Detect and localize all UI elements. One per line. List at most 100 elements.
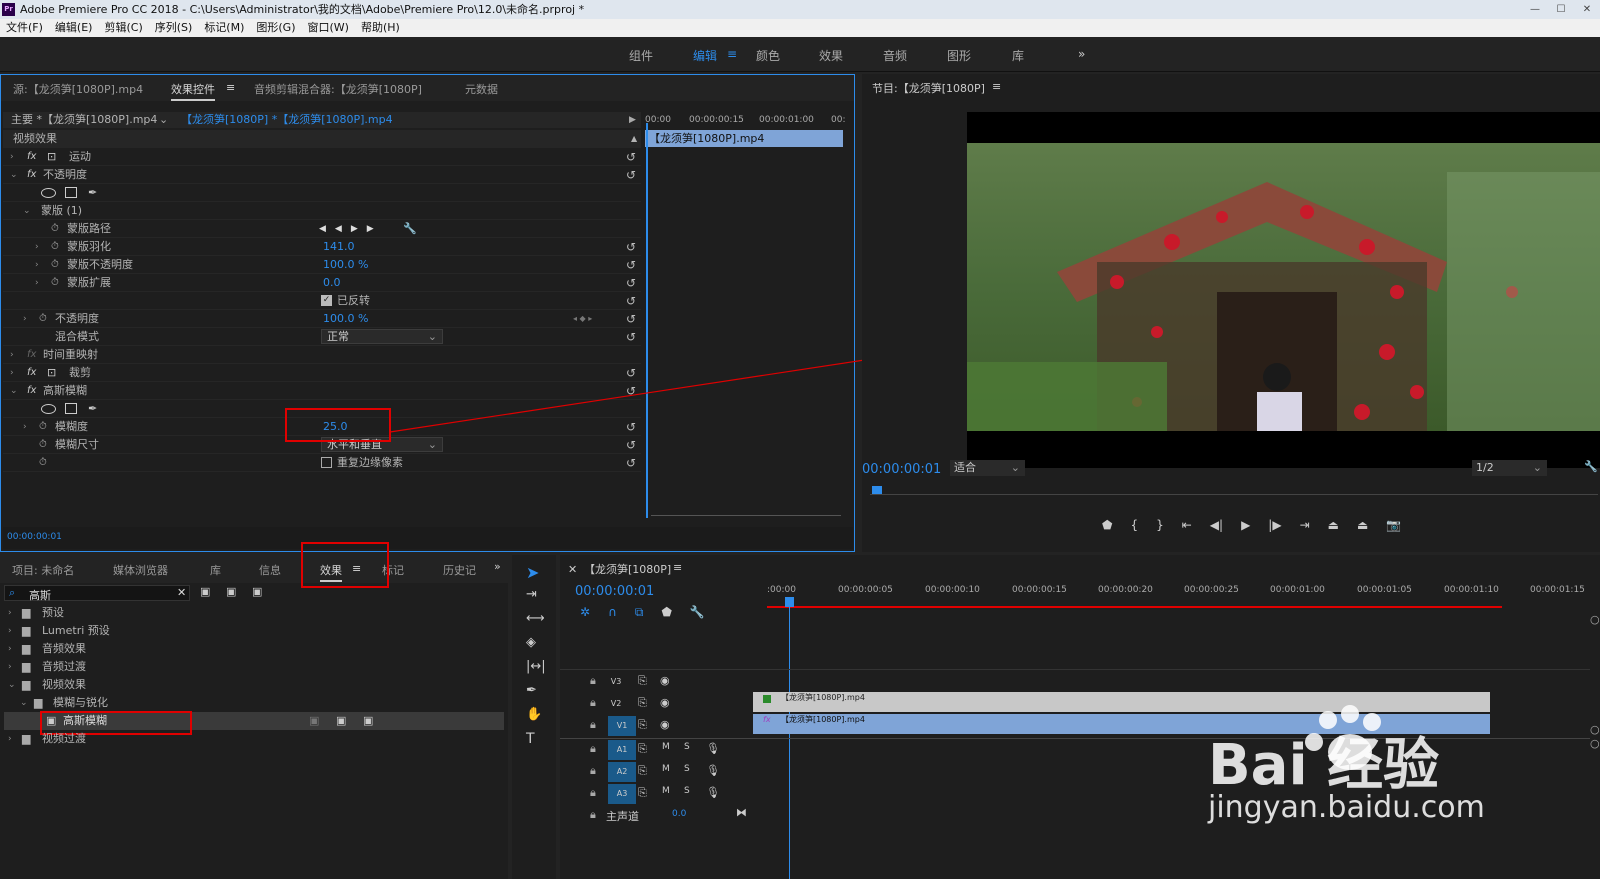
tree-item-video-effects[interactable]: ⌄ ▆ 视频效果 xyxy=(0,676,508,694)
tab-libraries[interactable]: 库 xyxy=(210,562,221,578)
sync-lock-icon[interactable]: ⎘ xyxy=(638,696,647,710)
tree-item-blur-sharpen[interactable]: ⌄ ▆ 模糊与锐化 xyxy=(0,694,508,712)
eye-icon[interactable]: ◉ xyxy=(660,674,670,687)
step-back-icon[interactable]: ◀| xyxy=(1210,518,1223,532)
timeline-playhead-line[interactable] xyxy=(789,607,790,879)
tree-item-presets[interactable]: › ▆ 预设 xyxy=(0,604,508,622)
program-playhead[interactable] xyxy=(872,486,882,494)
expand-icon[interactable]: › xyxy=(8,640,12,658)
extract-icon[interactable]: ⏏ xyxy=(1357,518,1368,532)
snap-icon[interactable]: ∩ xyxy=(608,605,617,620)
track-select-tool-icon[interactable]: ⇥ xyxy=(526,587,537,602)
panel-menu-icon[interactable]: ≡ xyxy=(992,80,1001,93)
lift-icon[interactable]: ⏏ xyxy=(1328,518,1339,532)
track-label[interactable]: A2 xyxy=(608,762,636,782)
solo-button[interactable]: S xyxy=(684,786,690,796)
tree-item-video-transitions[interactable]: › ▆ 视频过渡 xyxy=(0,730,508,748)
mute-button[interactable]: M xyxy=(662,786,670,796)
sync-lock-icon[interactable]: ⎘ xyxy=(638,764,647,778)
lock-icon[interactable]: 🔒︎ xyxy=(590,764,596,778)
selection-tool-icon[interactable]: ➤ xyxy=(526,563,539,582)
microphone-icon[interactable]: 🎙︎ xyxy=(706,742,720,755)
step-forward-icon[interactable]: |▶ xyxy=(1268,518,1281,532)
panel-menu-icon[interactable]: ≡ xyxy=(673,561,682,574)
clear-search-icon[interactable]: ✕ xyxy=(177,586,186,599)
yuv-effects-icon[interactable]: ▣ xyxy=(252,585,262,598)
clip-v2[interactable]: 【龙须笋[1080P].mp4 xyxy=(753,692,1490,712)
expand-icon[interactable]: › xyxy=(8,622,12,640)
add-marker-icon[interactable]: ⬟ xyxy=(661,605,671,620)
lock-icon[interactable]: 🔒︎ xyxy=(590,718,596,732)
timeline-timecode[interactable]: 00:00:00:01 xyxy=(575,584,654,599)
microphone-icon[interactable]: 🎙︎ xyxy=(706,786,720,799)
hand-tool-icon[interactable]: ✋ xyxy=(526,707,542,722)
collapse-icon[interactable]: ⌄ xyxy=(20,694,28,712)
sync-lock-icon[interactable]: ⎘ xyxy=(638,742,647,756)
scroll-handle-icon[interactable]: ○ xyxy=(1590,613,1600,626)
expand-icon[interactable]: › xyxy=(8,730,12,748)
track-label[interactable]: V1 xyxy=(608,716,636,736)
scroll-handle-icon[interactable]: ○ xyxy=(1590,723,1600,736)
wrench-icon[interactable]: 🔧 xyxy=(1584,460,1598,473)
scroll-handle-icon[interactable]: ○ xyxy=(1590,737,1600,750)
type-tool-icon[interactable]: T xyxy=(526,731,535,747)
fit-select[interactable]: 适合 ⌄ xyxy=(950,460,1025,476)
tab-history[interactable]: 历史记 xyxy=(443,562,476,578)
lock-icon[interactable]: 🔒︎ xyxy=(590,696,596,710)
expand-icon[interactable]: › xyxy=(8,658,12,676)
ripple-edit-tool-icon[interactable]: ⟷ xyxy=(526,611,545,626)
slip-tool-icon[interactable]: |↔| xyxy=(526,659,546,674)
go-to-end-icon[interactable]: ⧓ xyxy=(736,806,747,819)
eye-icon[interactable]: ◉ xyxy=(660,696,670,709)
mark-out-icon[interactable]: } xyxy=(1156,518,1164,532)
tab-info[interactable]: 信息 xyxy=(259,562,281,578)
expand-icon[interactable]: › xyxy=(8,604,12,622)
program-video-frame[interactable] xyxy=(967,112,1600,468)
marker-icon[interactable]: ⬟ xyxy=(1102,518,1112,532)
sync-lock-icon[interactable]: ⎘ xyxy=(638,786,647,800)
timeline-ruler[interactable]: :00:00 00:00:00:05 00:00:00:10 00:00:00:… xyxy=(767,585,1600,609)
mark-in-icon[interactable]: { xyxy=(1130,518,1138,532)
razor-tool-icon[interactable]: ◈ xyxy=(526,635,536,650)
program-timecode[interactable]: 00:00:00:01 xyxy=(862,462,941,477)
lock-icon[interactable]: 🔒︎ xyxy=(590,742,596,756)
collapse-icon[interactable]: ⌄ xyxy=(8,676,16,694)
track-label[interactable]: V3 xyxy=(608,674,624,690)
lock-icon[interactable]: 🔒︎ xyxy=(590,674,596,688)
sync-lock-icon[interactable]: ⎘ xyxy=(638,674,647,688)
camera-icon[interactable]: 📷 xyxy=(1386,518,1401,532)
mute-button[interactable]: M xyxy=(662,742,670,752)
accelerated-effects-icon[interactable]: ▣ xyxy=(200,585,210,598)
track-label[interactable]: A1 xyxy=(608,740,636,760)
go-to-in-icon[interactable]: ⇤ xyxy=(1182,518,1192,532)
tree-item-audio-transitions[interactable]: › ▆ 音频过渡 xyxy=(0,658,508,676)
nest-icon[interactable]: ✲ xyxy=(580,605,590,620)
tab-media-browser[interactable]: 媒体浏览器 xyxy=(113,562,168,578)
track-label[interactable]: V2 xyxy=(608,696,624,712)
master-volume-value[interactable]: 0.0 xyxy=(672,809,686,819)
track-label[interactable]: A3 xyxy=(608,784,636,804)
tab-project[interactable]: 项目: 未命名 xyxy=(12,562,74,578)
eye-icon[interactable]: ◉ xyxy=(660,718,670,731)
clip-v1[interactable]: fx 【龙须笋[1080P].mp4 xyxy=(753,714,1490,734)
go-to-out-icon[interactable]: ⇥ xyxy=(1300,518,1310,532)
timeline-playhead-handle[interactable] xyxy=(785,597,794,607)
play-icon[interactable]: ▶ xyxy=(1241,518,1250,532)
32bit-effects-icon[interactable]: ▣ xyxy=(226,585,236,598)
tree-item-audio-effects[interactable]: › ▆ 音频效果 xyxy=(0,640,508,658)
close-tab-icon[interactable]: ✕ xyxy=(568,563,577,576)
solo-button[interactable]: S xyxy=(684,764,690,774)
microphone-icon[interactable]: 🎙︎ xyxy=(706,764,720,777)
wrench-icon[interactable]: 🔧 xyxy=(690,605,705,620)
mute-button[interactable]: M xyxy=(662,764,670,774)
lock-icon[interactable]: 🔒︎ xyxy=(590,786,596,800)
tree-item-lumetri[interactable]: › ▆ Lumetri 预设 xyxy=(0,622,508,640)
linked-selection-icon[interactable]: ⧉ xyxy=(635,605,644,620)
more-tabs-icon[interactable]: » xyxy=(494,560,501,573)
pen-tool-icon[interactable]: ✒ xyxy=(526,683,537,698)
solo-button[interactable]: S xyxy=(684,742,690,752)
effects-search-input[interactable]: ⌕ 高斯 ✕ xyxy=(4,585,190,602)
program-scrub-bar[interactable] xyxy=(870,494,1598,495)
sync-lock-icon[interactable]: ⎘ xyxy=(638,718,647,732)
resolution-select[interactable]: 1/2 ⌄ xyxy=(1472,460,1547,476)
